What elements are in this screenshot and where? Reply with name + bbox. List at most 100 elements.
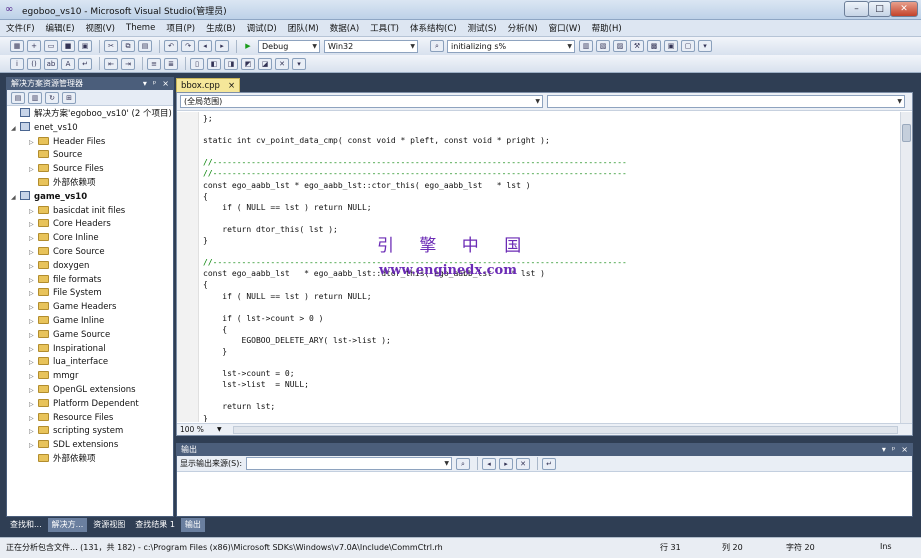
- refresh-icon[interactable]: ↻: [45, 91, 59, 104]
- tree-item[interactable]: ▷ Core Inline: [11, 232, 173, 246]
- toggle-bookmark-icon[interactable]: ▯: [190, 57, 204, 70]
- expand-arrow-icon[interactable]: ▷: [29, 370, 38, 384]
- tree-item[interactable]: ▷ lua_interface: [11, 356, 173, 370]
- redo-icon[interactable]: ↷: [181, 40, 195, 52]
- tree-item[interactable]: ▷ OpenGL extensions: [11, 384, 173, 398]
- tab-bbox-cpp[interactable]: bbox.cpp ×: [176, 78, 241, 92]
- expand-arrow-icon[interactable]: ▷: [29, 232, 38, 246]
- tree-item[interactable]: ▷ Source Files: [11, 163, 173, 177]
- find-combo[interactable]: initializing s% ▼: [447, 39, 575, 53]
- maximize-button[interactable]: □: [868, 1, 891, 17]
- menu-item-13[interactable]: 窗口(W): [549, 22, 581, 34]
- font-size-icon[interactable]: A: [61, 57, 75, 70]
- tree-item[interactable]: ◢ game_vs10: [11, 190, 173, 205]
- next-message-icon[interactable]: ▸: [499, 457, 514, 470]
- previous-message-icon[interactable]: ◂: [482, 457, 497, 470]
- tree-item[interactable]: ◢ enet_vs10: [11, 121, 173, 136]
- tree-item[interactable]: 解决方案'egoboo_vs10' (2 个项目): [11, 108, 173, 122]
- cut-icon[interactable]: ✂: [104, 40, 118, 52]
- menu-item-2[interactable]: 视图(V): [86, 22, 115, 34]
- menu-item-8[interactable]: 数据(A): [330, 22, 359, 34]
- show-all-files-icon[interactable]: ▥: [28, 91, 42, 104]
- expand-arrow-icon[interactable]: ▷: [29, 163, 38, 177]
- navigate-forward-icon[interactable]: ▸: [215, 40, 229, 52]
- bottom-tab[interactable]: 资源视图: [89, 518, 129, 532]
- expand-arrow-icon[interactable]: ▷: [29, 287, 38, 301]
- expand-arrow-icon[interactable]: ▷: [29, 356, 38, 370]
- extension-manager-icon[interactable]: ▩: [647, 40, 661, 52]
- menu-item-5[interactable]: 生成(B): [206, 22, 235, 34]
- menu-item-3[interactable]: Theme: [126, 23, 155, 33]
- navigate-back-icon[interactable]: ◂: [198, 40, 212, 52]
- tree-item[interactable]: ▷ file formats: [11, 274, 173, 288]
- bottom-tab[interactable]: 解决方...: [47, 517, 88, 532]
- expand-arrow-icon[interactable]: ▷: [29, 301, 38, 315]
- tree-item[interactable]: ▷ Core Source: [11, 246, 173, 260]
- menu-item-4[interactable]: 项目(P): [166, 22, 195, 34]
- tree-item[interactable]: ▷ Resource Files: [11, 412, 173, 426]
- minimize-button[interactable]: –: [844, 1, 869, 17]
- expand-arrow-icon[interactable]: ▷: [29, 384, 38, 398]
- tree-item[interactable]: ▷ Game Headers: [11, 301, 173, 315]
- param-info-icon[interactable]: (): [27, 57, 41, 70]
- expand-arrow-icon[interactable]: ◢: [11, 122, 20, 136]
- next-bookmark-icon[interactable]: ◨: [224, 57, 238, 70]
- expand-arrow-icon[interactable]: ▷: [29, 425, 38, 439]
- expand-arrow-icon[interactable]: ▷: [29, 260, 38, 274]
- zoom-level[interactable]: 100 %: [177, 425, 217, 434]
- tree-item[interactable]: 外部依赖项: [11, 177, 173, 191]
- expand-arrow-icon[interactable]: ▷: [29, 136, 38, 150]
- menu-item-6[interactable]: 调试(D): [247, 22, 277, 34]
- expand-arrow-icon[interactable]: ▷: [29, 218, 38, 232]
- menu-item-11[interactable]: 测试(S): [468, 22, 497, 34]
- expand-arrow-icon[interactable]: ▷: [29, 205, 38, 219]
- copy-icon[interactable]: ⧉: [121, 40, 135, 52]
- auto-hide-pin-icon[interactable]: ᵖ: [153, 78, 156, 90]
- solution-explorer-icon[interactable]: ▥: [579, 40, 593, 52]
- menu-item-10[interactable]: 体系结构(C): [410, 22, 457, 34]
- expand-arrow-icon[interactable]: ▷: [29, 343, 38, 357]
- bottom-tab[interactable]: 输出: [180, 517, 205, 532]
- menu-item-0[interactable]: 文件(F): [6, 22, 35, 34]
- find-message-icon[interactable]: ⌕: [456, 457, 471, 470]
- prev-bookmark-folder-icon[interactable]: ◩: [241, 57, 255, 70]
- close-panel-icon[interactable]: ×: [162, 78, 169, 90]
- save-all-icon[interactable]: ▣: [78, 40, 92, 52]
- menu-item-1[interactable]: 编辑(E): [46, 22, 75, 34]
- tree-item[interactable]: ▷ scripting system: [11, 425, 173, 439]
- expand-arrow-icon[interactable]: ▷: [29, 398, 38, 412]
- previous-bookmark-icon[interactable]: ◧: [207, 57, 221, 70]
- toggle-word-wrap-icon[interactable]: ↵: [542, 457, 557, 470]
- clear-all-icon[interactable]: ✕: [516, 457, 531, 470]
- start-debugging-icon[interactable]: ▶: [241, 40, 255, 52]
- tree-item[interactable]: ▷ Header Files: [11, 136, 173, 150]
- save-icon[interactable]: ■: [61, 40, 75, 52]
- comment-out-icon[interactable]: ≡: [147, 57, 161, 70]
- solution-configuration-select[interactable]: Debug ▼: [258, 39, 320, 53]
- expand-arrow-icon[interactable]: ▷: [29, 315, 38, 329]
- uncomment-icon[interactable]: ≣: [164, 57, 178, 70]
- toolbar-options-icon[interactable]: ▾: [698, 40, 712, 52]
- menu-item-14[interactable]: 帮助(H): [592, 22, 622, 34]
- object-browser-icon[interactable]: ▨: [613, 40, 627, 52]
- toolbar-options-icon[interactable]: ▾: [292, 57, 306, 70]
- quick-info-icon[interactable]: i: [10, 57, 24, 70]
- word-wrap-icon[interactable]: ↵: [78, 57, 92, 70]
- new-project-icon[interactable]: ▦: [10, 40, 24, 52]
- close-window-button[interactable]: ✕: [890, 1, 918, 17]
- horizontal-scrollbar[interactable]: [233, 425, 898, 434]
- toolbox-icon[interactable]: ⚒: [630, 40, 644, 52]
- decrease-indent-icon[interactable]: ⇤: [104, 57, 118, 70]
- menu-item-12[interactable]: 分析(N): [508, 22, 538, 34]
- vertical-scrollbar[interactable]: [900, 112, 912, 423]
- chevron-down-icon[interactable]: ▼: [217, 426, 227, 433]
- tree-item[interactable]: ▷ SDL extensions: [11, 439, 173, 453]
- tree-item[interactable]: ▷ Platform Dependent: [11, 398, 173, 412]
- menu-item-7[interactable]: 团队(M): [288, 22, 319, 34]
- tree-item[interactable]: ▷ Game Source: [11, 329, 173, 343]
- open-folder-icon[interactable]: ▭: [44, 40, 58, 52]
- add-item-icon[interactable]: +: [27, 40, 41, 52]
- bottom-tab[interactable]: 查找结果 1: [131, 518, 179, 532]
- close-tab-icon[interactable]: ×: [228, 81, 235, 91]
- window-position-icon[interactable]: ▾: [143, 78, 147, 90]
